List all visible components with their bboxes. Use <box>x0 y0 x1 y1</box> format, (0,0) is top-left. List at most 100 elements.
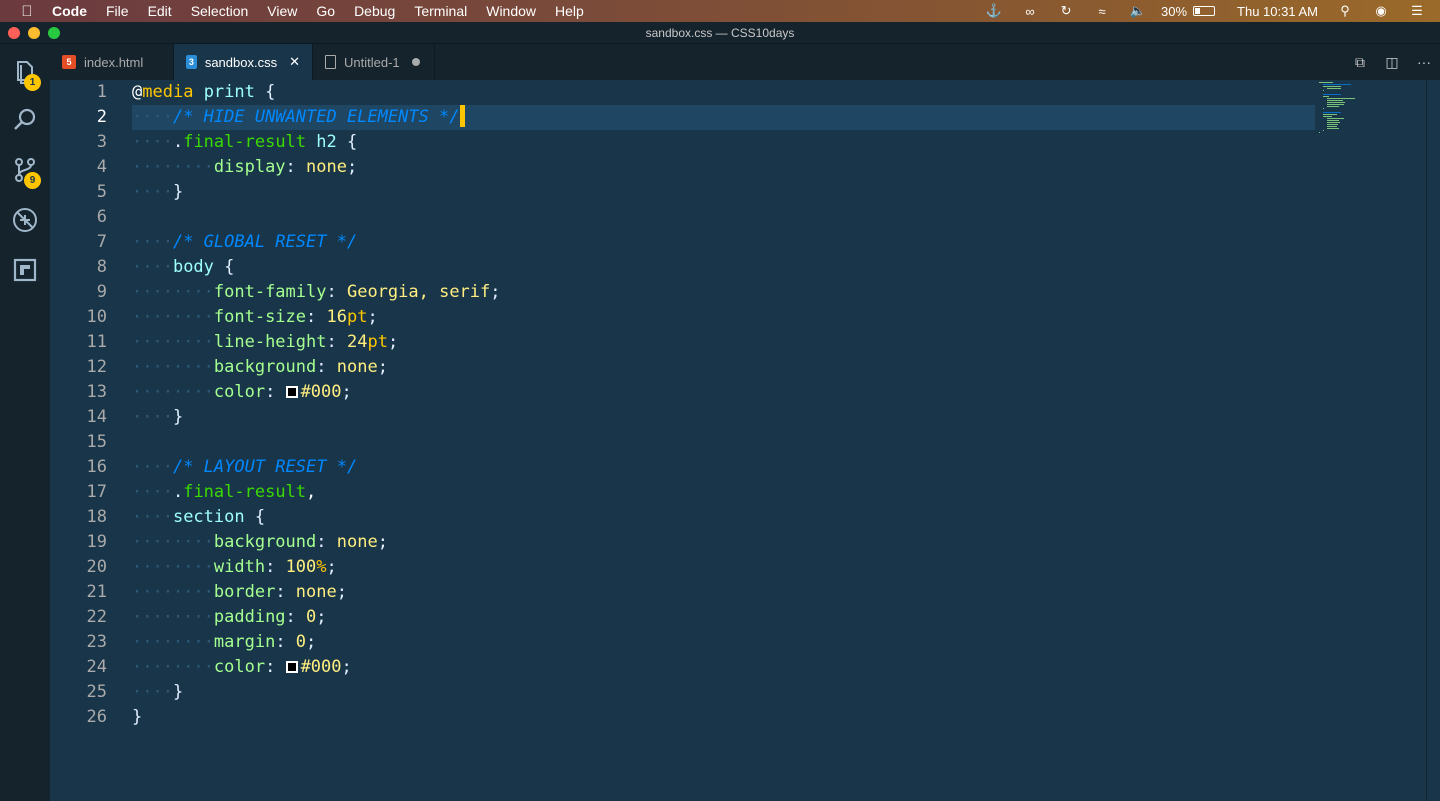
menu-view[interactable]: View <box>267 3 297 19</box>
code-editor[interactable]: 1 2 3 4 5 6 7 8 9 10 11 12 13 14 15 16 17 18 19 20 21 22 23 24 2… <box>50 80 1440 801</box>
zoom-window-button[interactable] <box>48 27 60 39</box>
code-line[interactable]: ········margin: 0; <box>132 630 316 655</box>
notification-center-icon[interactable]: ☰ <box>1404 3 1430 19</box>
text-cursor <box>459 105 465 127</box>
menu-window[interactable]: Window <box>486 3 536 19</box>
explorer-button[interactable]: 1 <box>0 47 50 97</box>
code-line[interactable]: ········font-family: Georgia, serif; <box>132 280 501 305</box>
code-line[interactable]: ········background: none; <box>132 530 388 555</box>
code-line[interactable]: ····} <box>132 180 183 205</box>
code-line[interactable]: ········border: none; <box>132 580 347 605</box>
menu-go[interactable]: Go <box>316 3 335 19</box>
window-title: sandbox.css — CSS10days <box>645 26 795 40</box>
minimap-line <box>1327 126 1337 127</box>
source-control-badge: 9 <box>24 172 41 189</box>
code-line[interactable]: ····/* HIDE UNWANTED ELEMENTS */ <box>132 105 465 130</box>
code-line[interactable]: ········font-size: 16pt; <box>132 305 378 330</box>
menu-app-name[interactable]: Code <box>52 3 87 19</box>
minimap-line <box>1327 100 1343 101</box>
search-view-button[interactable] <box>0 95 50 145</box>
creative-cloud-icon[interactable]: ∞ <box>1017 4 1043 19</box>
tab-label: sandbox.css <box>204 54 278 70</box>
siri-icon[interactable]: ◉ <box>1368 3 1394 19</box>
minimap-line <box>1319 82 1333 83</box>
line-number: 13 <box>86 382 107 402</box>
line-number: 5 <box>96 182 107 202</box>
minimap-line <box>1327 98 1355 99</box>
line-number: 9 <box>96 282 107 302</box>
code-line[interactable]: ········padding: 0; <box>132 605 327 630</box>
menu-file[interactable]: File <box>106 3 129 19</box>
code-line[interactable]: ····.final-result, <box>132 480 316 505</box>
minimap-line <box>1323 112 1341 113</box>
code-line[interactable]: ····/* GLOBAL RESET */ <box>132 230 357 255</box>
minimap-line <box>1327 102 1345 103</box>
code-line[interactable]: ····section { <box>132 505 265 530</box>
source-control-button[interactable]: 9 <box>0 145 50 195</box>
line-number: 2 <box>96 107 107 127</box>
line-number: 14 <box>86 407 107 427</box>
docker-icon[interactable]: ⚓ <box>981 3 1007 19</box>
minimap-line <box>1327 88 1341 89</box>
minimap-line <box>1323 86 1341 87</box>
minimap-line <box>1327 120 1339 121</box>
menu-edit[interactable]: Edit <box>148 3 172 19</box>
code-line[interactable]: ········color: #000; <box>132 655 352 680</box>
spotlight-search-icon[interactable]: ⚲ <box>1332 3 1358 19</box>
close-tab-icon[interactable]: ✕ <box>289 54 300 70</box>
search-icon <box>14 108 36 130</box>
minimap-line <box>1323 84 1351 85</box>
line-number: 6 <box>96 207 107 227</box>
code-line[interactable]: ····body { <box>132 255 234 280</box>
minimap[interactable] <box>1315 80 1425 801</box>
window-title-bar: sandbox.css — CSS10days <box>0 22 1440 44</box>
line-number: 1 <box>96 82 107 102</box>
volume-icon[interactable]: 🔈 <box>1125 3 1151 19</box>
menu-selection[interactable]: Selection <box>191 3 249 19</box>
wifi-icon[interactable]: ≈ <box>1089 4 1115 19</box>
line-number: 25 <box>86 682 107 702</box>
minimize-window-button[interactable] <box>28 27 40 39</box>
tab-label: Untitled-1 <box>344 54 400 70</box>
tab-untitled-1[interactable]: Untitled-1 <box>313 44 435 80</box>
menu-terminal[interactable]: Terminal <box>414 3 467 19</box>
minimap-line <box>1319 132 1320 133</box>
menu-clock[interactable]: Thu 10:31 AM <box>1237 4 1318 19</box>
code-line[interactable]: ········display: none; <box>132 155 357 180</box>
code-line[interactable]: ····} <box>132 680 183 705</box>
vertical-scrollbar[interactable] <box>1426 80 1440 801</box>
split-editor-icon[interactable]: ◫ <box>1376 54 1408 71</box>
minimap-line <box>1327 104 1344 105</box>
code-line[interactable]: ········width: 100%; <box>132 555 337 580</box>
line-number: 10 <box>86 307 107 327</box>
close-window-button[interactable] <box>8 27 20 39</box>
line-number: 12 <box>86 357 107 377</box>
code-line[interactable]: ········background: none; <box>132 355 388 380</box>
more-actions-icon[interactable]: ··· <box>1408 54 1440 70</box>
unsaved-dot-icon[interactable] <box>411 58 420 66</box>
code-line[interactable]: ····/* LAYOUT RESET */ <box>132 455 357 480</box>
line-number: 24 <box>86 657 107 677</box>
tab-sandbox-css[interactable]: 3 sandbox.css ✕ <box>174 44 313 80</box>
battery-icon[interactable] <box>1193 6 1216 16</box>
code-line[interactable]: ····} <box>132 405 183 430</box>
minimap-line <box>1323 90 1324 91</box>
code-line[interactable]: ····.final-result h2 { <box>132 130 357 155</box>
battery-percent[interactable]: 30% <box>1161 4 1187 19</box>
code-line[interactable]: ········line-height: 24pt; <box>132 330 398 355</box>
minimap-line <box>1323 94 1341 95</box>
extensions-button[interactable] <box>0 245 50 295</box>
line-number: 22 <box>86 607 107 627</box>
code-line[interactable]: @media print { <box>132 80 275 105</box>
menu-help[interactable]: Help <box>555 3 584 19</box>
debug-view-button[interactable] <box>0 195 50 245</box>
apple-logo-icon[interactable]:  <box>18 3 36 20</box>
open-changes-icon[interactable]: ⧉ <box>1344 54 1376 71</box>
code-text-area[interactable]: @media print {····/* HIDE UNWANTED ELEME… <box>132 80 1315 801</box>
minimap-line <box>1323 108 1324 109</box>
tab-index-html[interactable]: 5 index.html <box>50 44 174 80</box>
menu-debug[interactable]: Debug <box>354 3 395 19</box>
code-line[interactable]: ········color: #000; <box>132 380 352 405</box>
code-line[interactable]: } <box>132 705 142 730</box>
time-machine-icon[interactable]: ↻ <box>1053 3 1079 19</box>
